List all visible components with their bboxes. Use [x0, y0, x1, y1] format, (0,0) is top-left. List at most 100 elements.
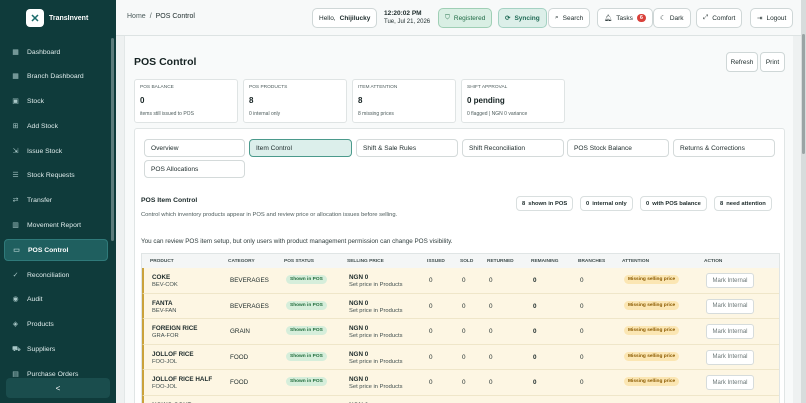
main-content: POS Control Refresh Print POS Balance 0 … — [124, 36, 793, 403]
selling-price: NGN 0 — [349, 325, 369, 332]
doc-icon: ▤ — [12, 370, 19, 378]
remaining-count: 0 — [533, 353, 537, 361]
sidebar-item-branch-dashboard[interactable]: ▦ Branch Dashboard — [4, 66, 108, 88]
tab-pos-stock-balance[interactable]: POS Stock Balance — [567, 139, 669, 157]
chip-count: 8 — [522, 200, 526, 207]
tab-pos-allocations[interactable]: POS Allocations — [144, 160, 245, 178]
sidebar-item-products[interactable]: ◈ Products — [4, 314, 108, 336]
refresh-button[interactable]: Refresh — [726, 52, 758, 72]
col-branches: Branches — [578, 259, 606, 264]
attention-badge: Missing selling price — [624, 351, 680, 361]
sidebar-scrollbar[interactable] — [111, 38, 114, 241]
sold-count: 0 — [462, 277, 466, 284]
stat-pos-products: POS Products 8 0 internal only — [243, 79, 347, 123]
truck-icon: ⛟ — [12, 346, 21, 354]
sidebar-item-stock-requests[interactable]: ☰ Stock Requests — [4, 165, 108, 187]
stat-label: Item Attention — [358, 85, 398, 90]
page-scrollbar[interactable] — [801, 0, 806, 403]
issue-icon: ⇲ — [12, 147, 19, 155]
comfort-button[interactable]: ⤢ Comfort — [696, 8, 743, 28]
tab-overview[interactable]: Overview — [144, 139, 245, 157]
sidebar-item-add-stock[interactable]: ⊞ Add Stock — [4, 115, 108, 137]
tasks-label: Tasks — [616, 14, 633, 22]
collapse-sidebar-button[interactable]: < — [6, 378, 110, 398]
sidebar-item-label: Movement Report — [27, 222, 82, 230]
sidebar-item-pos-control[interactable]: ▭ POS Control — [4, 239, 108, 262]
sidebar-item-dashboard[interactable]: ▦ Dashboard — [4, 41, 108, 63]
product-name: COKE — [152, 274, 171, 281]
grid-icon: ▦ — [12, 73, 19, 81]
brand[interactable]: ✕ TransInvent — [0, 0, 116, 36]
topbar: Home / POS Control Hello, Chijilucky 12:… — [116, 0, 806, 36]
breadcrumb-home[interactable]: Home — [127, 13, 146, 20]
print-button[interactable]: Print — [760, 52, 785, 72]
logo-icon: ✕ — [26, 9, 44, 27]
dark-mode-button[interactable]: ☾ Dark — [653, 8, 691, 28]
table-row: FANTA BEV-FAN BEVERAGES Shown in POS NGN 0 Se… — [142, 293, 779, 319]
clock: 12:20:02 PM Tue, Jul 21, 2026 — [384, 10, 430, 26]
registered-badge[interactable]: ⛉ Registered — [438, 8, 493, 28]
logout-button[interactable]: ⇥ Logout — [750, 8, 794, 28]
tab-returns-corrections[interactable]: Returns & Corrections — [673, 139, 775, 157]
syncing-badge[interactable]: ⟳ Syncing — [498, 8, 547, 28]
search-icon: ⌕ — [555, 14, 559, 21]
col-product: Product — [150, 259, 174, 264]
registered-label: Registered — [453, 14, 486, 22]
issued-count: 0 — [429, 302, 433, 310]
sidebar-item-issue-stock[interactable]: ⇲ Issue Stock — [4, 140, 108, 162]
chip-need-attention: 8 need attention — [714, 196, 772, 211]
branches-count: 0 — [580, 302, 584, 310]
returned-count: 0 — [489, 328, 493, 335]
col-category: Category — [228, 259, 255, 264]
chip-text: need attention — [726, 200, 766, 207]
breadcrumb: Home / POS Control — [127, 13, 195, 20]
mark-internal-button[interactable]: Mark Internal — [706, 273, 754, 288]
price-note: Set price in Products — [349, 384, 403, 390]
stat-value: 8 — [358, 96, 363, 105]
mark-internal-button[interactable]: Mark Internal — [706, 298, 754, 314]
product-name: FOREIGN RICE — [152, 325, 198, 332]
table-row: NGWO SOUPNGN 0 — [142, 395, 779, 403]
sidebar-item-movement-report[interactable]: ▥ Movement Report — [4, 215, 108, 237]
user-greeting[interactable]: Hello, Chijilucky — [312, 8, 378, 28]
mark-internal-button[interactable]: Mark Internal — [706, 375, 754, 390]
product-category: BEVERAGES — [230, 277, 269, 284]
col-pos-status: POS Status — [284, 259, 314, 264]
branches-count: 0 — [580, 353, 584, 361]
tab-item-control[interactable]: Item Control — [249, 139, 352, 157]
tasks-button[interactable]: 🔔︎ Tasks 6 — [597, 8, 653, 28]
greeting-text: Hello, — [319, 14, 336, 22]
mark-internal-button[interactable]: Mark Internal — [706, 349, 754, 365]
sidebar-item-reconciliation[interactable]: ✓ Reconciliation — [4, 264, 108, 286]
product-category: FOOD — [230, 353, 249, 361]
transfer-icon: ⇄ — [12, 197, 19, 205]
pos-status-badge: Shown in POS — [286, 275, 327, 284]
sidebar-item-label: POS Control — [28, 246, 69, 254]
col-returned: Returned — [487, 259, 514, 264]
col-sold: Sold — [460, 259, 474, 264]
sidebar-item-stock[interactable]: ▣ Stock — [4, 91, 108, 113]
remaining-count: 0 — [533, 302, 537, 310]
chip-count: 0 — [646, 200, 650, 207]
issued-count: 0 — [429, 328, 433, 335]
sidebar-item-audit[interactable]: ◉ Audit — [4, 289, 108, 311]
returned-count: 0 — [489, 302, 493, 310]
sidebar-item-suppliers[interactable]: ⛟ Suppliers — [4, 339, 108, 361]
request-icon: ☰ — [12, 172, 19, 180]
sold-count: 0 — [462, 379, 466, 386]
selling-price: NGN 0 — [349, 274, 369, 281]
table-row: FOREIGN RICE GRA-FOR GRAIN Shown in POS NGN … — [142, 319, 779, 345]
tab-shift-sale-rules[interactable]: Shift & Sale Rules — [356, 139, 458, 157]
sidebar-item-label: Stock — [27, 98, 44, 106]
tab-shift-reconciliation[interactable]: Shift Reconciliation — [462, 139, 564, 157]
search-button[interactable]: ⌕ Search — [548, 8, 591, 28]
stat-label: POS Balance — [140, 85, 174, 90]
permission-note: You can review POS item setup, but only … — [141, 238, 453, 245]
sidebar-item-label: Stock Requests — [27, 172, 75, 180]
sidebar-item-transfer[interactable]: ⇄ Transfer — [4, 190, 108, 212]
mark-internal-button[interactable]: Mark Internal — [706, 324, 754, 339]
breadcrumb-current: POS Control — [155, 13, 195, 20]
product-name: JOLLOF RICE HALF — [152, 376, 213, 383]
chip-count: 0 — [586, 200, 590, 207]
page-scrollbar-thumb[interactable] — [802, 34, 805, 154]
